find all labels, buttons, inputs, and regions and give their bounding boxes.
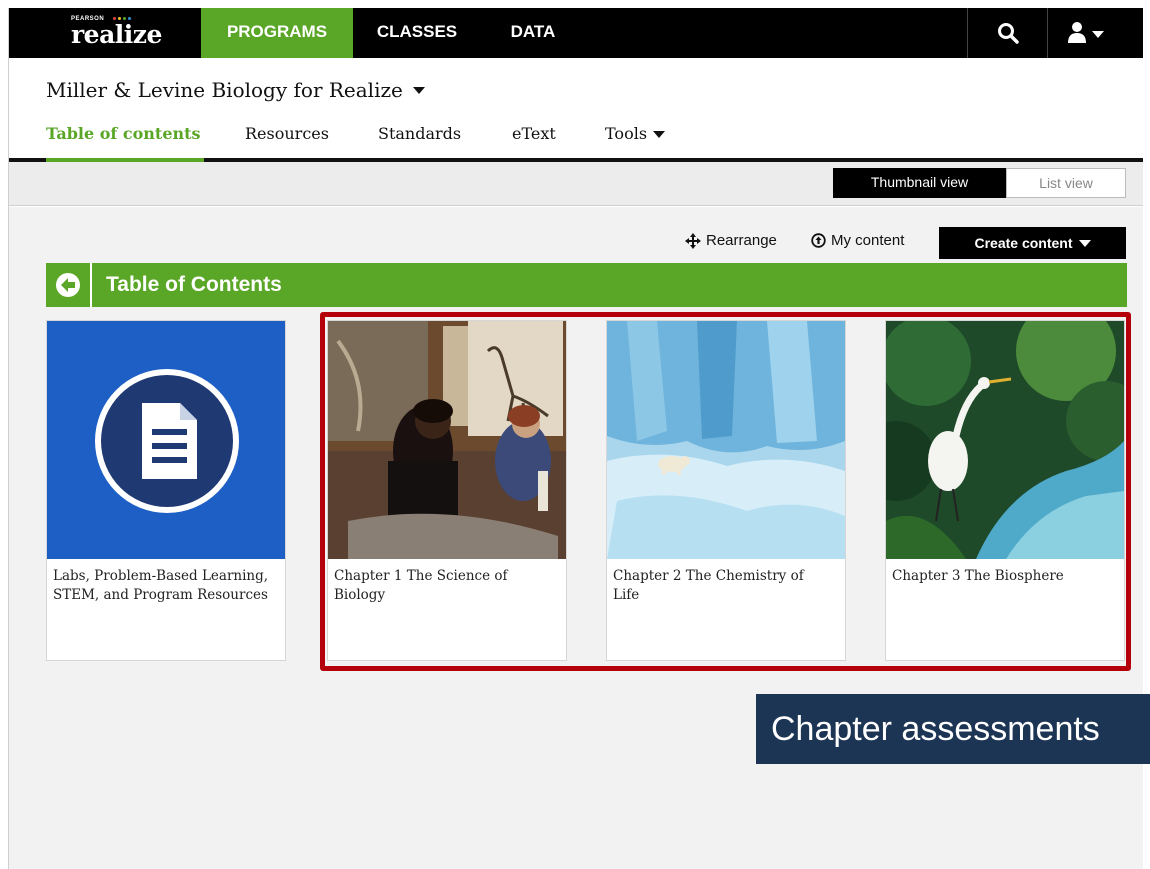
my-content-label: My content [831, 232, 905, 249]
document-icon [95, 369, 239, 513]
toc-header: Table of Contents [46, 263, 1127, 307]
chevron-down-icon [1078, 239, 1091, 247]
tab-resources[interactable]: Resources [245, 122, 329, 162]
rearrange-label: Rearrange [706, 232, 777, 249]
program-selector[interactable]: Miller & Levine Biology for Realize [46, 78, 425, 102]
tab-etext[interactable]: eText [512, 122, 556, 162]
realize-logo[interactable]: PEARSON realize [47, 8, 201, 58]
list-view-button[interactable]: List view [1006, 168, 1126, 198]
my-content-button[interactable]: My content [811, 232, 904, 249]
tab-standards[interactable]: Standards [378, 122, 461, 162]
card-program-resources[interactable]: Labs, Problem-Based Learning, STEM, and … [46, 320, 286, 661]
product-name: realize [71, 20, 162, 49]
chapter-highlight-box [320, 312, 1131, 671]
user-menu-button[interactable] [1047, 8, 1127, 58]
nav-tab-data[interactable]: DATA [497, 8, 569, 58]
create-content-label: Create content [974, 235, 1073, 251]
back-arrow-icon [56, 273, 80, 297]
upload-circle-icon [811, 233, 826, 248]
chevron-down-icon [653, 131, 666, 138]
thumbnail-view-button[interactable]: Thumbnail view [833, 168, 1006, 198]
card-label: Labs, Problem-Based Learning, STEM, and … [53, 568, 269, 603]
top-nav: PEARSON realize PROGRAMS CLASSES DATA [9, 8, 1143, 58]
toc-title: Table of Contents [106, 273, 282, 296]
program-title: Miller & Levine Biology for Realize [46, 78, 403, 102]
card-thumbnail [47, 321, 285, 559]
tab-table-of-contents[interactable]: Table of contents [46, 122, 204, 162]
program-tabs: Table of contents Resources Standards eT… [9, 122, 1143, 162]
rearrange-button[interactable]: Rearrange [685, 232, 777, 249]
app-window: PEARSON realize PROGRAMS CLASSES DATA Mi… [8, 8, 1150, 869]
tab-tools[interactable]: Tools [605, 122, 666, 162]
search-button[interactable] [967, 8, 1047, 58]
move-arrows-icon [685, 232, 701, 249]
chapter-assessments-callout: Chapter assessments [756, 694, 1150, 764]
nav-tab-classes[interactable]: CLASSES [367, 8, 467, 58]
tab-tools-label: Tools [605, 124, 648, 143]
user-menu-icon [1067, 22, 1104, 43]
back-button[interactable] [46, 263, 92, 307]
search-icon [997, 23, 1019, 44]
chevron-down-icon [412, 86, 425, 94]
nav-tab-programs[interactable]: PROGRAMS [201, 8, 353, 58]
create-content-button[interactable]: Create content [939, 227, 1126, 259]
